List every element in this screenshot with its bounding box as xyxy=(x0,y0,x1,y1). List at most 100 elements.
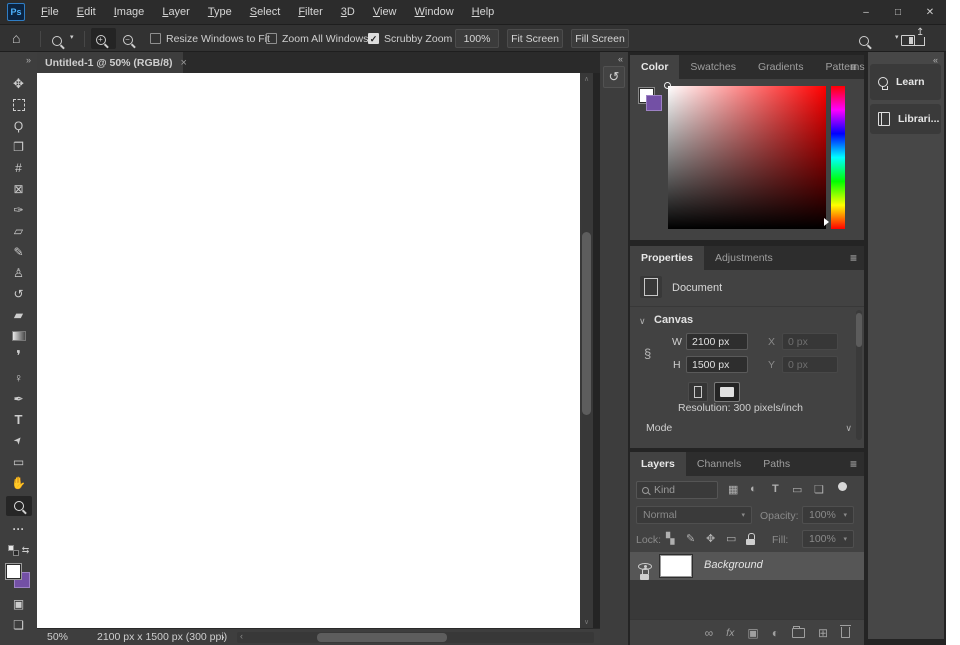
menu-layer[interactable]: Layer xyxy=(153,0,199,24)
clone-stamp-tool[interactable]: ♙ xyxy=(6,265,32,281)
tab-paths[interactable]: Paths xyxy=(752,452,801,476)
filter-type-icon[interactable]: T xyxy=(772,483,779,495)
more-tools[interactable]: ··· xyxy=(6,521,32,537)
menu-3d[interactable]: 3D xyxy=(332,0,364,24)
minimize-button[interactable]: – xyxy=(850,0,882,24)
lock-transparent-icon[interactable]: ▚ xyxy=(666,532,674,545)
hue-slider-marker[interactable] xyxy=(824,218,829,226)
scroll-up-icon[interactable]: ∧ xyxy=(580,75,593,83)
menu-filter[interactable]: Filter xyxy=(289,0,331,24)
filter-image-icon[interactable]: ▦ xyxy=(728,483,738,496)
tab-close-icon[interactable]: × xyxy=(181,57,187,69)
vertical-scrollbar[interactable]: ∧ ∨ xyxy=(580,73,593,628)
gradient-tool[interactable] xyxy=(6,328,32,344)
maximize-button[interactable]: □ xyxy=(882,0,914,24)
add-layer-mask-icon[interactable]: ▣ xyxy=(747,626,758,640)
menu-help[interactable]: Help xyxy=(463,0,504,24)
filter-smart-object-icon[interactable]: ❏ xyxy=(814,483,824,496)
object-selection-tool[interactable]: ❐ xyxy=(6,139,32,155)
opacity-value[interactable]: 100%▾ xyxy=(802,506,854,524)
orientation-portrait-button[interactable] xyxy=(688,382,708,402)
toolbar-expand-icon[interactable]: » xyxy=(26,55,31,65)
zoom-all-windows-checkbox[interactable] xyxy=(266,33,277,44)
hand-tool[interactable]: ✋ xyxy=(6,475,32,491)
menu-file[interactable]: File xyxy=(32,0,68,24)
panel-menu-icon[interactable]: ≡ xyxy=(850,251,857,265)
zoom-tool-selected[interactable] xyxy=(6,496,32,516)
fill-value[interactable]: 100%▾ xyxy=(802,530,854,548)
workspace-chevron-icon[interactable]: ▾ xyxy=(895,33,899,41)
properties-scrollbar[interactable] xyxy=(856,310,862,440)
frame-tool[interactable]: ⊠ xyxy=(6,181,32,197)
fill-screen-button[interactable]: Fill Screen xyxy=(571,29,629,48)
tab-color[interactable]: Color xyxy=(630,55,679,79)
quick-mask-button[interactable]: ▣ xyxy=(6,596,32,612)
menu-image[interactable]: Image xyxy=(105,0,154,24)
blur-tool[interactable]: ❜ xyxy=(6,349,32,365)
filter-shape-icon[interactable]: ▭ xyxy=(792,483,802,496)
zoom-level-field[interactable]: 50% xyxy=(47,631,68,643)
saturation-brightness-field[interactable] xyxy=(668,86,826,229)
constrain-link-icon[interactable]: § xyxy=(644,346,651,361)
delete-layer-icon[interactable] xyxy=(841,627,850,638)
blend-mode-select[interactable]: Normal▾ xyxy=(636,506,752,524)
layer-lock-icon[interactable] xyxy=(640,568,649,580)
zoom-out-button[interactable]: − xyxy=(118,28,143,49)
new-layer-icon[interactable]: ⊞ xyxy=(818,626,828,640)
home-icon[interactable]: ⌂ xyxy=(12,30,20,46)
lock-paint-icon[interactable]: ✎ xyxy=(686,532,695,545)
hue-slider[interactable] xyxy=(831,86,845,229)
eraser-tool[interactable]: ▰ xyxy=(6,307,32,323)
color-picker-marker[interactable] xyxy=(664,82,671,89)
color-background-swatch[interactable] xyxy=(646,95,662,111)
eyedropper-tool[interactable]: ✑ xyxy=(6,202,32,218)
fit-screen-button[interactable]: Fit Screen xyxy=(507,29,563,48)
workspace-icon[interactable] xyxy=(901,35,915,46)
lasso-tool[interactable]: Ϙ xyxy=(6,118,32,134)
scroll-left-icon[interactable]: ‹ xyxy=(240,631,243,641)
width-input[interactable] xyxy=(686,333,748,350)
crop-tool[interactable]: # xyxy=(6,160,32,176)
libraries-panel-button[interactable]: Librari... xyxy=(870,104,941,134)
history-panel-icon[interactable]: ↺ xyxy=(603,66,625,88)
layer-style-fx-icon[interactable]: fx xyxy=(726,627,734,639)
type-tool[interactable]: T xyxy=(6,412,32,428)
vertical-scroll-thumb[interactable] xyxy=(582,232,591,415)
tab-patterns[interactable]: Patterns xyxy=(814,55,875,79)
search-icon[interactable] xyxy=(859,36,869,46)
link-layers-icon[interactable]: ∞ xyxy=(705,626,714,640)
history-brush-tool[interactable]: ↺ xyxy=(6,286,32,302)
spot-healing-brush-tool[interactable]: ▱ xyxy=(6,223,32,239)
layer-filter-kind-dropdown[interactable]: Kind xyxy=(636,481,718,499)
status-chevron-icon[interactable]: › xyxy=(221,631,225,643)
resize-windows-checkbox[interactable] xyxy=(150,33,161,44)
dodge-tool[interactable]: ♀ xyxy=(6,370,32,386)
lock-move-icon[interactable]: ✥ xyxy=(706,532,715,545)
path-selection-tool[interactable]: ➤ xyxy=(4,426,33,456)
zoom-in-button[interactable]: + xyxy=(91,28,116,49)
canvas-section-chevron-icon[interactable]: ∨ xyxy=(639,316,646,327)
menu-select[interactable]: Select xyxy=(241,0,290,24)
foreground-color-swatch[interactable] xyxy=(5,563,22,580)
rectangular-marquee-tool[interactable] xyxy=(6,97,32,113)
filter-toggle[interactable] xyxy=(838,482,847,491)
panel-menu-icon[interactable]: ≡ xyxy=(850,60,857,74)
menu-type[interactable]: Type xyxy=(199,0,241,24)
lock-artboard-icon[interactable]: ▭ xyxy=(726,532,736,545)
tab-adjustments[interactable]: Adjustments xyxy=(704,246,784,270)
tab-swatches[interactable]: Swatches xyxy=(679,55,747,79)
scrubby-zoom-checkbox[interactable]: ✓ xyxy=(368,33,379,44)
horizontal-scrollbar[interactable]: ‹ xyxy=(237,632,594,643)
tab-channels[interactable]: Channels xyxy=(686,452,752,476)
layer-name[interactable]: Background xyxy=(704,559,763,571)
height-input[interactable] xyxy=(686,356,748,373)
screen-mode-button[interactable]: ❏ xyxy=(6,617,32,633)
dock-collapse-icon[interactable]: « xyxy=(618,54,623,64)
zoom-tool-icon[interactable] xyxy=(52,36,62,46)
canvas[interactable] xyxy=(37,73,580,628)
pen-tool[interactable]: ✒ xyxy=(6,391,32,407)
menu-edit[interactable]: Edit xyxy=(68,0,105,24)
layer-thumbnail[interactable] xyxy=(660,555,692,577)
zoom-100-button[interactable]: 100% xyxy=(455,29,499,48)
menu-view[interactable]: View xyxy=(364,0,406,24)
